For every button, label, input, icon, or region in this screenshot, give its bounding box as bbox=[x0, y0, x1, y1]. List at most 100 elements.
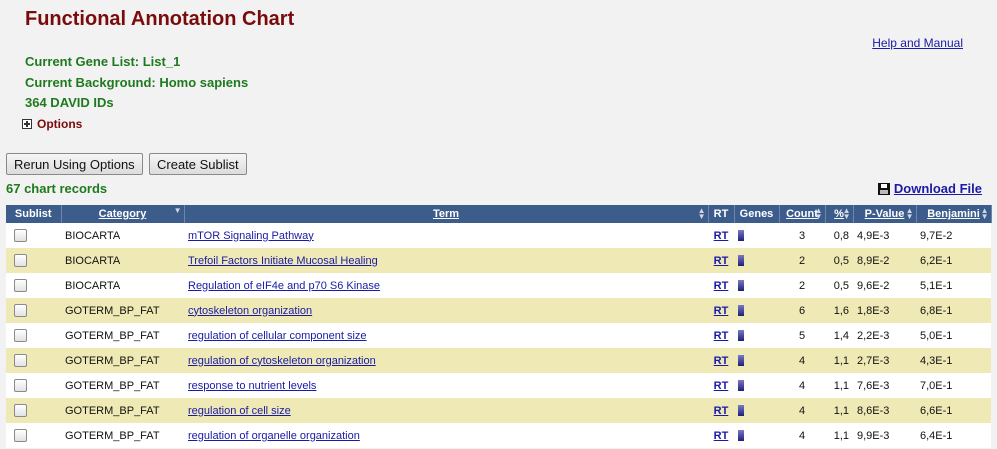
header-pvalue[interactable]: P-Value ▲ ▼ bbox=[853, 205, 917, 223]
rt-link[interactable]: RT bbox=[714, 230, 729, 242]
sublist-checkbox[interactable] bbox=[14, 229, 27, 242]
expand-plus-icon[interactable] bbox=[22, 119, 32, 129]
count-cell: 4 bbox=[779, 423, 825, 448]
term-cell: Trefoil Factors Initiate Mucosal Healing bbox=[184, 248, 708, 273]
rt-cell: RT bbox=[708, 348, 734, 373]
rt-cell: RT bbox=[708, 323, 734, 348]
table-row: GOTERM_BP_FAT regulation of cell size RT 4 1… bbox=[6, 398, 991, 423]
count-cell: 2 bbox=[779, 273, 825, 298]
sublist-checkbox[interactable] bbox=[14, 354, 27, 367]
rt-link[interactable]: RT bbox=[714, 330, 729, 342]
term-link[interactable]: cytoskeleton organization bbox=[188, 305, 312, 317]
category-cell: GOTERM_BP_FAT bbox=[61, 298, 184, 323]
term-link[interactable]: mTOR Signaling Pathway bbox=[188, 230, 314, 242]
percent-cell: 0,8 bbox=[825, 223, 853, 248]
term-cell: response to nutrient levels bbox=[184, 373, 708, 398]
rt-link[interactable]: RT bbox=[714, 355, 729, 367]
header-genes: Genes bbox=[734, 205, 780, 223]
gene-bar-icon[interactable] bbox=[738, 255, 744, 267]
category-cell: BIOCARTA bbox=[61, 248, 184, 273]
sublist-checkbox[interactable] bbox=[14, 404, 27, 417]
gene-bar-icon[interactable] bbox=[738, 380, 744, 392]
sort-arrow-icon[interactable]: ▲ ▼ bbox=[906, 207, 914, 221]
sort-arrow-icon[interactable]: ▼ bbox=[174, 207, 182, 215]
sublist-checkbox[interactable] bbox=[14, 279, 27, 292]
sublist-checkbox[interactable] bbox=[14, 429, 27, 442]
header-count[interactable]: Count ▲ ▼ bbox=[779, 205, 826, 223]
sublist-checkbox[interactable] bbox=[14, 254, 27, 267]
sort-arrow-icon[interactable]: ▲ ▼ bbox=[815, 207, 823, 221]
term-cell: regulation of cell size bbox=[184, 398, 708, 423]
count-cell: 6 bbox=[779, 298, 825, 323]
header-category[interactable]: Category ▼ bbox=[61, 205, 185, 223]
sublist-cell bbox=[6, 273, 61, 298]
benjamini-cell: 7,0E-1 bbox=[916, 373, 991, 398]
benjamini-cell: 6,8E-1 bbox=[916, 298, 991, 323]
table-row: BIOCARTA Regulation of eIF4e and p70 S6 K… bbox=[6, 273, 991, 298]
pvalue-cell: 2,7E-3 bbox=[853, 348, 916, 373]
genes-cell bbox=[734, 223, 779, 248]
term-cell: regulation of cellular component size bbox=[184, 323, 708, 348]
count-cell: 5 bbox=[779, 323, 825, 348]
download-file-link[interactable]: Download File bbox=[877, 181, 982, 196]
sublist-checkbox[interactable] bbox=[14, 329, 27, 342]
create-sublist-button[interactable]: Create Sublist bbox=[149, 153, 247, 175]
term-link[interactable]: regulation of cellular component size bbox=[188, 330, 367, 342]
genes-cell bbox=[734, 248, 779, 273]
term-link[interactable]: regulation of cell size bbox=[188, 405, 291, 417]
header-term[interactable]: Term ▲ ▼ bbox=[184, 205, 709, 223]
benjamini-cell: 5,1E-1 bbox=[916, 273, 991, 298]
rerun-using-options-button[interactable]: Rerun Using Options bbox=[6, 153, 143, 175]
term-link[interactable]: regulation of cytoskeleton organization bbox=[188, 355, 376, 367]
rt-link[interactable]: RT bbox=[714, 380, 729, 392]
rt-link[interactable]: RT bbox=[714, 430, 729, 442]
gene-bar-icon[interactable] bbox=[738, 230, 744, 242]
rt-link[interactable]: RT bbox=[714, 405, 729, 417]
rt-link[interactable]: RT bbox=[714, 280, 729, 292]
count-cell: 2 bbox=[779, 248, 825, 273]
gene-bar-icon[interactable] bbox=[738, 280, 744, 292]
rt-link[interactable]: RT bbox=[714, 305, 729, 317]
table-row: GOTERM_BP_FAT regulation of cytoskeleton … bbox=[6, 348, 991, 373]
gene-bar-icon[interactable] bbox=[738, 355, 744, 367]
sort-arrow-icon[interactable]: ▲ ▼ bbox=[843, 207, 851, 221]
sort-arrow-icon[interactable]: ▲ ▼ bbox=[981, 207, 989, 221]
header-percent[interactable]: % ▲ ▼ bbox=[825, 205, 854, 223]
sublist-cell bbox=[6, 398, 61, 423]
floppy-disk-icon bbox=[877, 182, 890, 195]
sublist-cell bbox=[6, 348, 61, 373]
page-title: Functional Annotation Chart bbox=[25, 8, 295, 30]
table-row: BIOCARTA Trefoil Factors Initiate Mucosal… bbox=[6, 248, 991, 273]
term-link[interactable]: Regulation of eIF4e and p70 S6 Kinase bbox=[188, 280, 380, 292]
gene-bar-icon[interactable] bbox=[738, 430, 744, 442]
genes-cell bbox=[734, 348, 779, 373]
rt-link[interactable]: RT bbox=[714, 255, 729, 267]
term-link[interactable]: response to nutrient levels bbox=[188, 380, 316, 392]
pvalue-cell: 7,6E-3 bbox=[853, 373, 916, 398]
gene-bar-icon[interactable] bbox=[738, 305, 744, 317]
sublist-checkbox[interactable] bbox=[14, 304, 27, 317]
gene-bar-icon[interactable] bbox=[738, 405, 744, 417]
term-link[interactable]: regulation of organelle organization bbox=[188, 430, 360, 442]
table-row: BIOCARTA mTOR Signaling Pathway RT 3 0,8 4,9E… bbox=[6, 223, 991, 248]
header-benjamini[interactable]: Benjamini ▲ ▼ bbox=[916, 205, 992, 223]
benjamini-cell: 6,4E-1 bbox=[916, 423, 991, 448]
count-cell: 4 bbox=[779, 373, 825, 398]
pvalue-cell: 8,6E-3 bbox=[853, 398, 916, 423]
gene-bar-icon[interactable] bbox=[738, 330, 744, 342]
percent-cell: 1,6 bbox=[825, 298, 853, 323]
rt-cell: RT bbox=[708, 223, 734, 248]
sublist-checkbox[interactable] bbox=[14, 379, 27, 392]
benjamini-cell: 6,2E-1 bbox=[916, 248, 991, 273]
rt-cell: RT bbox=[708, 248, 734, 273]
sort-arrow-icon[interactable]: ▲ ▼ bbox=[698, 207, 706, 221]
pvalue-cell: 2,2E-3 bbox=[853, 323, 916, 348]
percent-cell: 0,5 bbox=[825, 273, 853, 298]
sublist-cell bbox=[6, 248, 61, 273]
category-cell: GOTERM_BP_FAT bbox=[61, 323, 184, 348]
help-and-manual-link[interactable]: Help and Manual bbox=[872, 36, 963, 50]
options-toggle[interactable]: Options bbox=[22, 117, 82, 131]
term-link[interactable]: Trefoil Factors Initiate Mucosal Healing bbox=[188, 255, 378, 267]
benjamini-cell: 9,7E-2 bbox=[916, 223, 991, 248]
options-label: Options bbox=[37, 117, 83, 131]
